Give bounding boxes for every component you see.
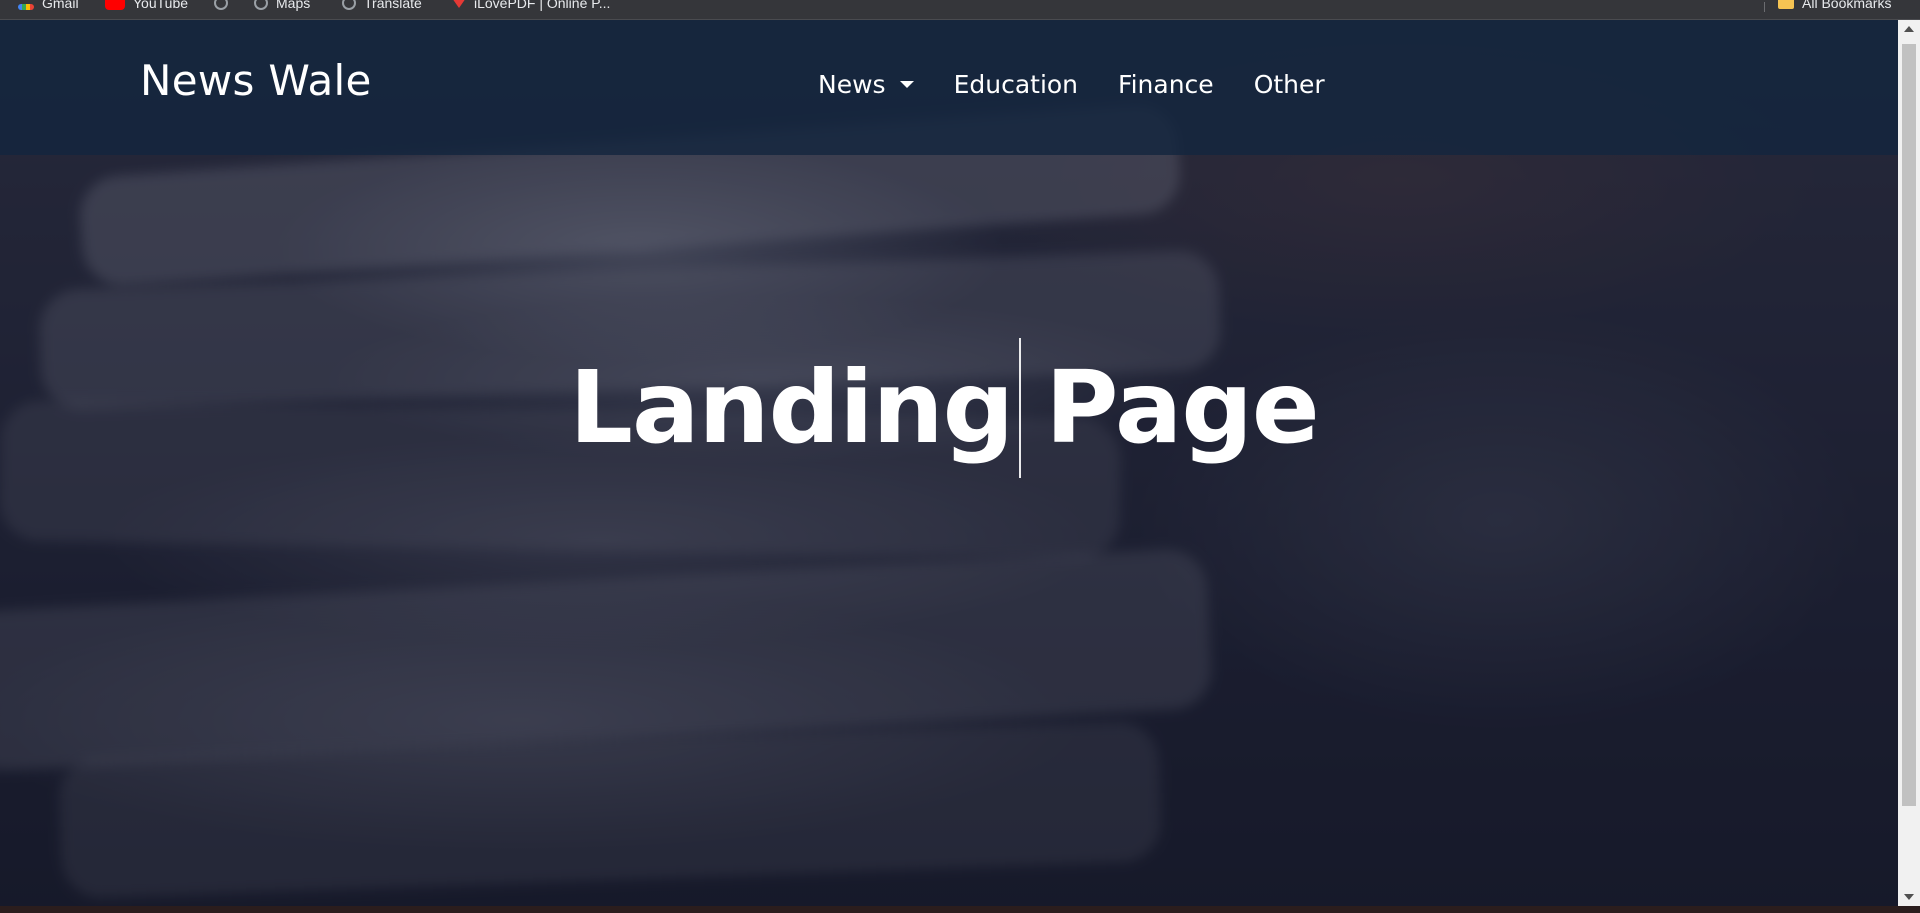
- caret-down-icon: [899, 81, 914, 88]
- bookmark-maps[interactable]: Maps: [254, 0, 310, 13]
- bookmark-ilovepdf[interactable]: iLovePDF | Online P...: [452, 0, 610, 13]
- globe-icon: [342, 0, 356, 10]
- gmail-icon: [18, 4, 34, 10]
- bookmark-translate[interactable]: Translate: [342, 0, 422, 13]
- hero-title-word-1: Landing: [569, 349, 1014, 466]
- bookmark-label: YouTube: [133, 0, 189, 11]
- bookmarks-bar: Gmail YouTube Maps Translate iLovePDF | …: [0, 0, 1920, 20]
- nav-item-label: News: [818, 70, 886, 99]
- nav-item-label: Finance: [1118, 70, 1214, 99]
- nav-item-finance[interactable]: Finance: [1118, 72, 1214, 97]
- bookmark-label: iLovePDF | Online P...: [474, 0, 611, 11]
- hero-title-word-2: Page: [1045, 349, 1319, 466]
- youtube-icon: [105, 0, 125, 10]
- scrollbar-thumb[interactable]: [1902, 44, 1916, 806]
- bookmark-gmail[interactable]: Gmail: [18, 0, 79, 13]
- ilovepdf-icon: [452, 0, 466, 8]
- page-viewport: News Wale News Education Finance Other L…: [0, 20, 1898, 906]
- taskbar-edge: [0, 906, 1920, 913]
- brand-logo[interactable]: News Wale: [140, 60, 372, 102]
- bookmarks-divider: [1764, 2, 1765, 12]
- scroll-up-arrow-icon[interactable]: [1904, 26, 1914, 32]
- typing-cursor: [1019, 338, 1022, 478]
- nav-item-label: Other: [1253, 70, 1325, 99]
- all-bookmarks-button[interactable]: All Bookmarks: [1778, 0, 1891, 13]
- scroll-down-arrow-icon[interactable]: [1904, 894, 1914, 900]
- navbar: News Wale News Education Finance Other: [0, 20, 1898, 155]
- nav-item-other[interactable]: Other: [1254, 72, 1325, 97]
- bookmark-label: Maps: [276, 0, 311, 11]
- nav-item-news-dropdown[interactable]: News: [818, 72, 914, 97]
- folder-icon: [1778, 0, 1794, 9]
- globe-icon: [254, 0, 268, 10]
- nav-item-education[interactable]: Education: [954, 72, 1078, 97]
- vertical-scrollbar[interactable]: [1898, 20, 1920, 906]
- nav-links: News Education Finance Other: [818, 72, 1325, 97]
- globe-icon: [214, 0, 228, 10]
- bookmark-label: Gmail: [42, 0, 79, 11]
- hero-title: Landing Page: [0, 338, 1898, 478]
- bookmark-blank[interactable]: [214, 0, 236, 13]
- all-bookmarks-label: All Bookmarks: [1802, 0, 1892, 11]
- nav-item-label: Education: [953, 70, 1079, 99]
- bookmark-label: Translate: [364, 0, 422, 11]
- bookmark-youtube[interactable]: YouTube: [105, 0, 188, 13]
